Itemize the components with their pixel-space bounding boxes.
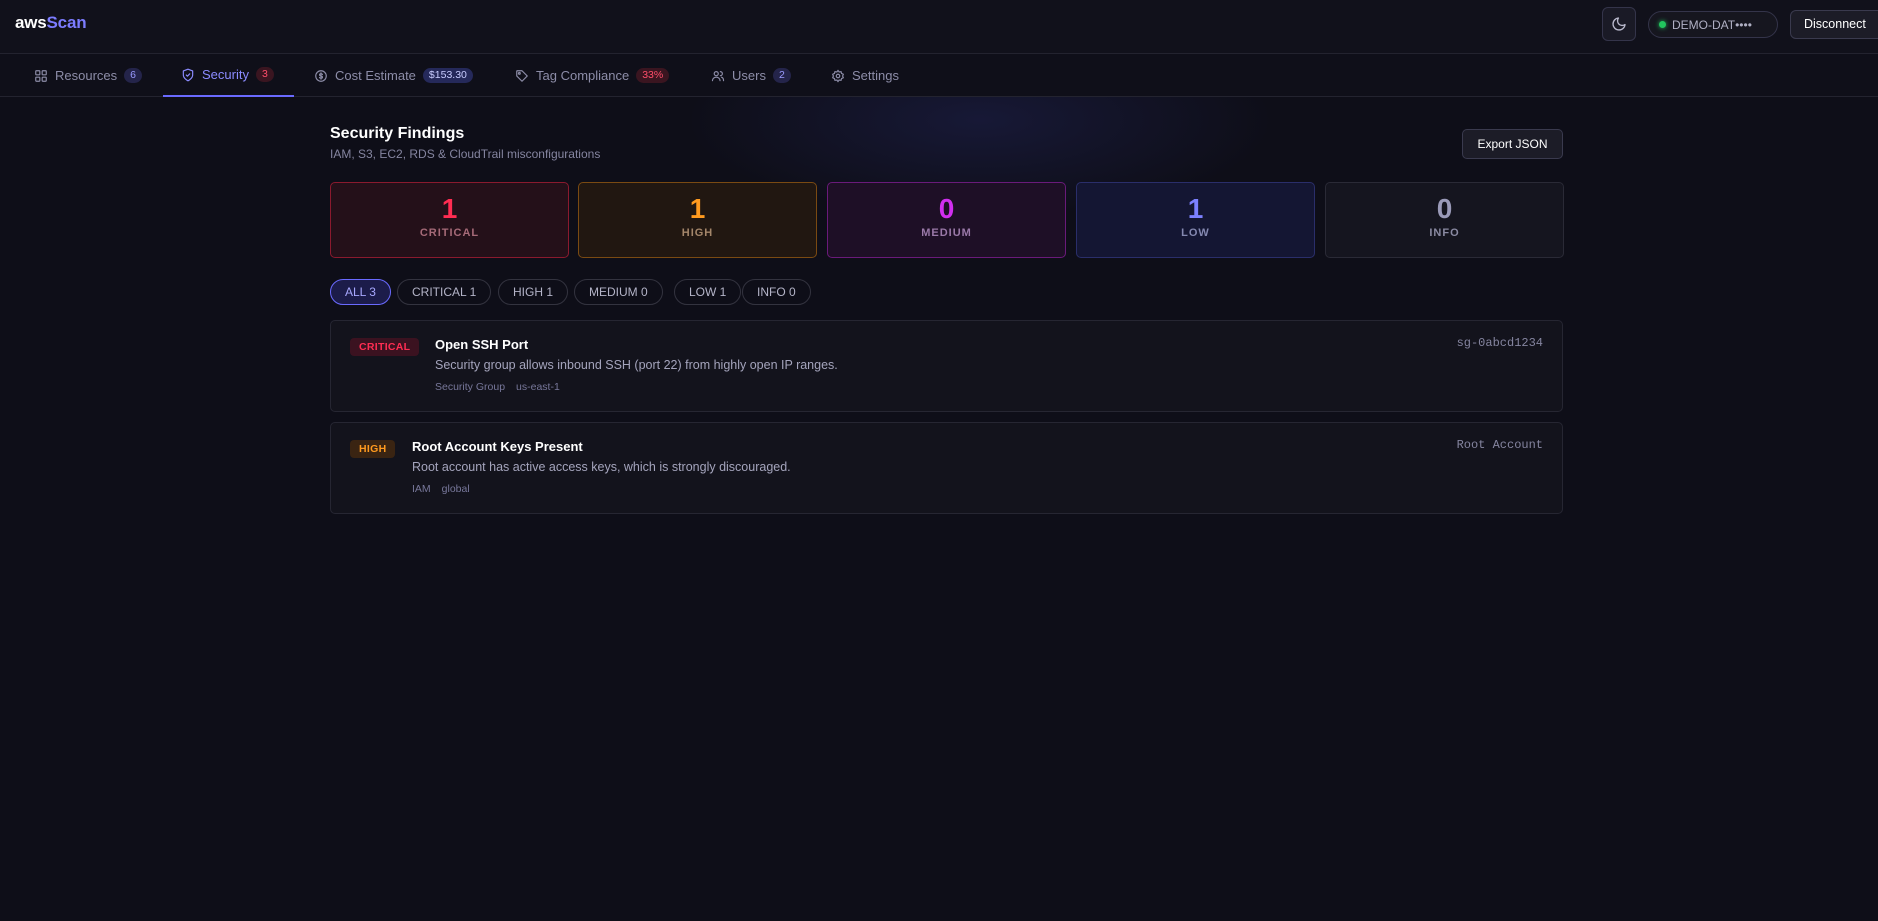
- finding-region: global: [441, 483, 470, 495]
- finding-card[interactable]: HIGH Root Account Keys Present Root acco…: [330, 422, 1563, 514]
- summary-card-info[interactable]: 0 INFO: [1325, 182, 1564, 258]
- tab-count-badge: 6: [124, 68, 142, 83]
- export-json-button[interactable]: Export JSON: [1462, 129, 1563, 159]
- theme-toggle-button[interactable]: [1602, 7, 1636, 41]
- summary-card-medium[interactable]: 0 MEDIUM: [827, 182, 1066, 258]
- tab-tag-compliance[interactable]: Tag Compliance 33%: [497, 54, 687, 97]
- tab-security[interactable]: Security 3: [163, 54, 294, 97]
- page-title: Security Findings: [330, 125, 465, 142]
- dollar-icon: [315, 69, 327, 82]
- tab-count-badge: 2: [772, 68, 791, 83]
- high-label: HIGH: [681, 227, 714, 239]
- page-subtitle: IAM, S3, EC2, RDS & CloudTrail misconfig…: [330, 147, 601, 161]
- finding-description: Security group allows inbound SSH (port …: [435, 358, 838, 372]
- finding-title: Root Account Keys Present: [412, 439, 583, 454]
- finding-service: Security Group: [435, 381, 506, 393]
- medium-count: 0: [938, 193, 955, 224]
- tab-cost-badge: $153.30: [422, 68, 473, 83]
- high-count: 1: [689, 193, 706, 224]
- critical-count: 1: [441, 193, 458, 224]
- tab-label: Users: [732, 68, 766, 83]
- logo-scan: Scan: [46, 13, 87, 32]
- medium-label: MEDIUM: [921, 227, 972, 239]
- finding-resource-id: sg-0abcd1234: [1456, 336, 1543, 350]
- summary-card-high[interactable]: 1 HIGH: [578, 182, 817, 258]
- gear-icon: [831, 69, 845, 82]
- account-indicator[interactable]: DEMO-DAT••••: [1648, 11, 1778, 38]
- tab-bar: Resources 6 Security 3 Cost Estimate $15…: [0, 54, 1878, 97]
- tab-label: Security: [202, 67, 249, 82]
- app-logo[interactable]: awsScan: [15, 13, 87, 33]
- tag-icon: [516, 69, 528, 82]
- tab-settings[interactable]: Settings: [813, 54, 917, 97]
- finding-title: Open SSH Port: [435, 337, 529, 352]
- critical-label: CRITICAL: [419, 227, 480, 239]
- finding-meta: Security Group us-east-1: [435, 381, 560, 393]
- connection-status-dot: [1659, 21, 1666, 28]
- filter-chip-all[interactable]: ALL 3: [330, 279, 391, 305]
- finding-service: IAM: [412, 483, 431, 495]
- tab-cost-estimate[interactable]: Cost Estimate $153.30: [296, 54, 491, 97]
- summary-card-critical[interactable]: 1 CRITICAL: [330, 182, 569, 258]
- info-count: 0: [1436, 193, 1453, 224]
- top-bar: awsScan DEMO-DAT•••• Disconnect: [0, 0, 1878, 54]
- tab-count-badge: 3: [255, 67, 274, 82]
- disconnect-button[interactable]: Disconnect: [1790, 10, 1878, 39]
- filter-chip-medium[interactable]: MEDIUM 0: [574, 279, 663, 305]
- severity-badge: HIGH: [350, 440, 396, 458]
- tab-resources[interactable]: Resources 6: [16, 54, 160, 97]
- tab-label: Cost Estimate: [335, 68, 416, 83]
- summary-card-low[interactable]: 1 LOW: [1076, 182, 1315, 258]
- low-count: 1: [1187, 193, 1204, 224]
- filter-chip-high[interactable]: HIGH 1: [498, 279, 569, 305]
- finding-description: Root account has active access keys, whi…: [412, 460, 791, 474]
- severity-badge: CRITICAL: [350, 338, 420, 356]
- finding-card[interactable]: CRITICAL Open SSH Port Security group al…: [330, 320, 1563, 412]
- moon-icon: [1612, 17, 1626, 31]
- tab-compliance-badge: 33%: [636, 68, 670, 83]
- info-label: INFO: [1429, 227, 1460, 239]
- tab-users[interactable]: Users 2: [693, 54, 809, 97]
- finding-region: us-east-1: [516, 381, 560, 393]
- tab-label: Tag Compliance: [536, 68, 630, 83]
- low-label: LOW: [1181, 227, 1210, 239]
- logo-aws: aws: [15, 13, 47, 32]
- filter-chip-info[interactable]: INFO 0: [742, 279, 811, 305]
- shield-icon: [182, 68, 194, 81]
- tab-label: Settings: [852, 68, 899, 83]
- finding-meta: IAM global: [412, 483, 470, 495]
- account-label: DEMO-DAT••••: [1672, 17, 1752, 32]
- users-icon: [711, 70, 725, 81]
- filter-chip-critical[interactable]: CRITICAL 1: [397, 279, 492, 305]
- filter-chip-low[interactable]: LOW 1: [674, 279, 742, 305]
- finding-resource-id: Root Account: [1456, 438, 1543, 452]
- tab-label: Resources: [55, 68, 118, 83]
- grid-icon: [35, 69, 47, 82]
